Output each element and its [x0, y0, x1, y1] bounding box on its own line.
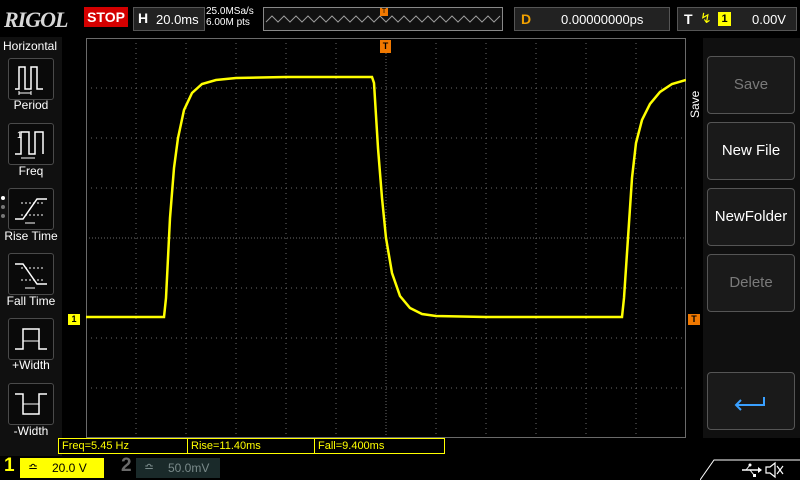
new-file-button[interactable]: New File — [707, 122, 795, 180]
neg-width-icon — [15, 393, 47, 415]
ch2-scale-box[interactable]: ≏ 50.0mV — [136, 458, 220, 478]
memory-depth: 6.00M pts — [206, 17, 250, 28]
ch1-ground-marker[interactable]: 1 — [68, 314, 80, 325]
acquisition-info: 25.0MSa/s 6.00M pts — [206, 6, 254, 28]
return-icon — [734, 397, 765, 411]
ch2-scale: 50.0mV — [168, 461, 210, 475]
neg-width-label: -Width — [13, 424, 49, 438]
freq-icon: 1 — [15, 130, 44, 159]
horizontal-label: H — [138, 10, 149, 26]
period-icon — [15, 66, 43, 95]
trigger-label: T — [684, 11, 693, 27]
ch1-number[interactable]: 1 — [4, 455, 15, 477]
menu-page-indicator — [1, 196, 5, 224]
waveform-display[interactable] — [86, 38, 686, 438]
timebase-value: 20.0ms — [156, 12, 199, 27]
usb-icon — [742, 463, 762, 477]
ch1-scale: 20.0 V — [52, 461, 87, 475]
ch1-scale-box[interactable]: ≏ 20.0 V — [20, 458, 104, 478]
rising-edge-icon: ↯ — [700, 10, 712, 26]
save-menu-title-text: Save — [688, 90, 702, 118]
delay-value: 0.00000000ps — [561, 12, 644, 27]
trigger-time-marker[interactable]: T — [380, 40, 391, 53]
measurement-rise[interactable]: Rise=11.40ms — [187, 438, 316, 454]
measurement-freq[interactable]: Freq=5.45 Hz — [58, 438, 189, 454]
trigger-display[interactable]: T ↯ 1 0.00V — [677, 7, 797, 31]
ch2-coupling-icon: ≏ — [144, 460, 155, 474]
delete-button[interactable]: Delete — [707, 254, 795, 312]
left-menu-title: Horizontal — [3, 39, 58, 53]
measure-rise-time-button[interactable] — [8, 188, 54, 230]
trigger-source: 1 — [718, 12, 731, 26]
measure-neg-width-button[interactable] — [8, 383, 54, 425]
mute-icon[interactable] — [765, 461, 784, 479]
save-button[interactable]: Save — [707, 56, 795, 114]
new-folder-button[interactable]: NewFolder — [707, 188, 795, 246]
rise-time-icon — [15, 198, 47, 224]
pos-width-label: +Width — [12, 358, 50, 372]
trigger-level-marker[interactable]: T — [688, 314, 700, 325]
right-menu-title: Save — [688, 60, 704, 130]
brand-logo: RIGOL — [4, 7, 68, 32]
horizontal-timebase[interactable]: H 20.0ms — [133, 7, 205, 31]
period-label: Period — [13, 98, 49, 112]
fall-time-label: Fall Time — [6, 294, 56, 308]
status-icons — [700, 459, 800, 480]
memory-overview-strip[interactable]: T — [263, 7, 503, 31]
freq-label: Freq — [18, 164, 44, 178]
delay-label: D — [521, 11, 532, 27]
ch1-coupling-icon: ≏ — [28, 460, 39, 474]
ch2-number[interactable]: 2 — [121, 455, 132, 477]
return-button[interactable] — [707, 372, 795, 430]
measure-freq-button[interactable]: 1 — [8, 123, 54, 165]
rise-time-label: Rise Time — [4, 229, 58, 243]
measure-fall-time-button[interactable] — [8, 253, 54, 295]
measure-period-button[interactable] — [8, 58, 54, 100]
sample-rate: 25.0MSa/s — [206, 6, 254, 17]
trigger-level-value: 0.00V — [752, 12, 786, 27]
bottom-channel-bar — [0, 456, 800, 480]
svg-text:1: 1 — [17, 130, 22, 140]
delay-display[interactable]: D 0.00000000ps — [514, 7, 670, 31]
pos-width-icon — [15, 328, 47, 350]
fall-time-icon — [15, 263, 47, 289]
run-stop-status[interactable]: STOP — [84, 7, 128, 27]
measurement-fall[interactable]: Fall=9.400ms — [314, 438, 445, 454]
trigger-position-marker: T — [380, 8, 388, 16]
measure-pos-width-button[interactable] — [8, 318, 54, 360]
